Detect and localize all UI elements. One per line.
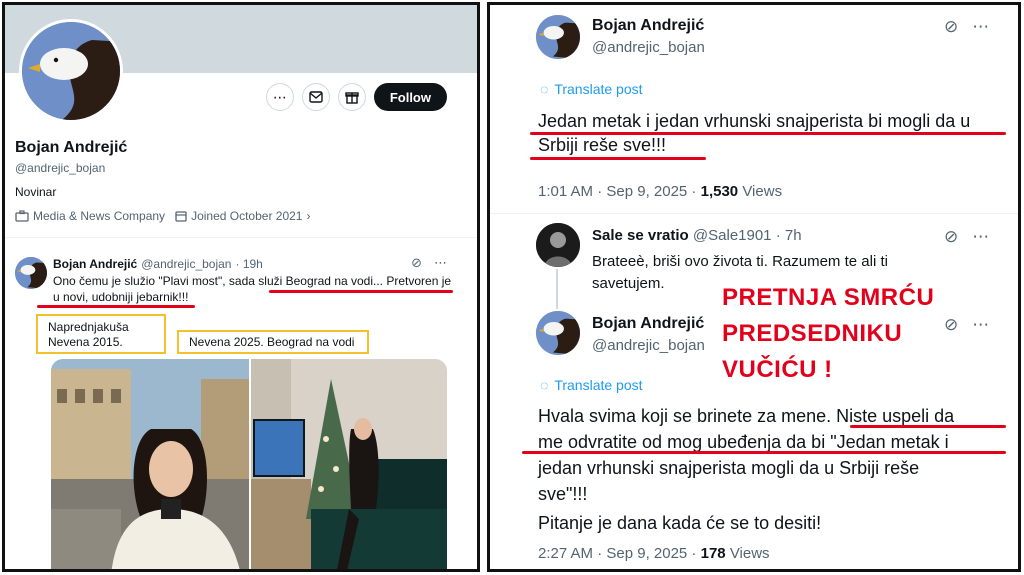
more-horizontal-icon[interactable]: ⋯ — [972, 227, 989, 247]
translate-label: Translate post — [554, 81, 643, 97]
gift-icon[interactable] — [337, 83, 366, 111]
reply-avatar[interactable] — [536, 223, 580, 267]
tweet-avatar[interactable] — [15, 257, 47, 289]
red-underline — [850, 425, 1006, 428]
calendar-icon — [175, 211, 187, 222]
profile-category: Media & News Company — [15, 209, 165, 223]
profile-bio: Novinar — [15, 185, 57, 199]
profile-category-label: Media & News Company — [33, 209, 166, 223]
profile-joined: Joined October 2021 › — [175, 209, 310, 223]
tweet-views-label: Views — [729, 545, 770, 562]
red-underline — [530, 157, 706, 160]
tweet-actions: ⊘ ⋯ — [944, 17, 989, 37]
eagle-image — [22, 22, 120, 120]
red-underline — [530, 132, 1006, 135]
tweet-author-name[interactable]: Bojan Andrejić — [592, 17, 704, 35]
reply-actions: ⊘ ⋯ — [944, 227, 989, 247]
tweet-text: Hvala svima koji se brinete za mene. Nis… — [538, 406, 955, 504]
divider — [5, 237, 477, 238]
profile-joined-label: Joined October 2021 — [191, 209, 303, 223]
annotation-box-2025: Nevena 2025. Beograd na vodi — [177, 330, 369, 354]
profile-meta: Media & News Company Joined October 2021… — [15, 209, 310, 223]
translate-post-link[interactable]: ◌ Translate post — [540, 377, 643, 393]
eagle-image — [15, 257, 47, 289]
profile-handle: @andrejic_bojan — [15, 161, 106, 175]
reply-author-handle[interactable]: @Sale1901 · 7h — [693, 227, 802, 244]
tweet-time[interactable]: 1:01 AM · Sep 9, 2025 · — [538, 183, 696, 200]
profile-avatar[interactable] — [19, 19, 123, 123]
overlay-line: PREDSEDNIKU — [722, 320, 903, 347]
grok-icon[interactable]: ⊘ — [944, 17, 958, 37]
tweet-timestamp: 2:27 AM · Sep 9, 2025 · 178 Views — [538, 545, 770, 562]
follow-button[interactable]: Follow — [373, 83, 447, 111]
overlay-line: VUČIĆU ! — [722, 356, 833, 383]
translate-label: Translate post — [554, 377, 643, 393]
tweet-author-name[interactable]: Bojan Andrejić — [592, 315, 704, 333]
translate-post-link[interactable]: ◌ Translate post — [540, 81, 643, 97]
tweet-author-handle[interactable]: @andrejic_bojan — [592, 39, 705, 56]
translate-icon: ◌ — [540, 377, 549, 393]
more-horizontal-icon[interactable]: ⋯ — [972, 17, 989, 37]
more-horizontal-icon[interactable]: ⋯ — [265, 83, 294, 111]
tweet-author-name[interactable]: Bojan Andrejić — [53, 257, 137, 271]
grok-icon[interactable]: ⊘ — [944, 315, 958, 335]
annotation-box-2015: Naprednjakuša Nevena 2015. — [36, 314, 166, 354]
tweet-time[interactable]: 2:27 AM · Sep 9, 2025 · — [538, 545, 696, 562]
grok-icon[interactable]: ⊘ — [944, 227, 958, 247]
photo-woman-apartment[interactable] — [251, 359, 447, 569]
tweet-text-line2: Pitanje je dana kada će se to desiti! — [538, 513, 822, 533]
tweet-actions: ⊘ ⋯ — [411, 255, 447, 271]
person-photo — [536, 223, 580, 267]
red-underline — [522, 451, 1006, 454]
tweet-views-label: Views — [742, 183, 783, 200]
tweet-text: Ono čemu je služio "Plavi most", sada sl… — [53, 274, 452, 304]
reply-author-name[interactable]: Sale se vratio — [592, 227, 689, 244]
thread-line — [556, 269, 558, 309]
tweet-timestamp: 1:01 AM · Sep 9, 2025 · 1,530 Views — [538, 183, 782, 200]
tweet-avatar[interactable] — [536, 311, 580, 355]
more-horizontal-icon[interactable]: ⋯ — [434, 255, 447, 271]
profile-actions: ⋯ Follow — [265, 83, 447, 111]
tweet-avatar[interactable] — [536, 15, 580, 59]
grok-icon[interactable]: ⊘ — [411, 255, 422, 271]
tweet-header: Bojan Andrejić @andrejic_bojan · 19h — [53, 257, 263, 271]
more-horizontal-icon[interactable]: ⋯ — [972, 315, 989, 335]
envelope-icon[interactable] — [301, 83, 330, 111]
photo-woman-street[interactable] — [51, 359, 249, 569]
threat-overlay-text: PRETNJA SMRĆU PREDSEDNIKU VUČIĆU ! — [722, 280, 934, 388]
tweet-views-count: 1,530 — [700, 183, 739, 200]
eagle-image — [536, 311, 580, 355]
left-screenshot-panel: ⋯ Follow Bojan Andrejić @andrejic_bojan … — [2, 2, 480, 572]
briefcase-icon — [15, 210, 29, 222]
chevron-right-icon[interactable]: › — [306, 209, 310, 223]
tweet-time[interactable]: · 19h — [235, 257, 262, 271]
eagle-image — [536, 15, 580, 59]
tweet-author-handle[interactable]: @andrejic_bojan — [592, 337, 705, 354]
red-underline — [269, 290, 453, 293]
red-underline — [37, 305, 195, 308]
tweet-actions: ⊘ ⋯ — [944, 315, 989, 335]
translate-icon: ◌ — [540, 81, 549, 97]
divider — [490, 213, 1018, 214]
profile-name: Bojan Andrejić — [15, 139, 128, 156]
reply-header: Sale se vratio @Sale1901 · 7h — [592, 227, 802, 244]
overlay-line: PRETNJA SMRĆU — [722, 284, 935, 311]
tweet-views-count: 178 — [700, 545, 726, 562]
tweet-author-handle[interactable]: @andrejic_bojan — [141, 257, 231, 271]
